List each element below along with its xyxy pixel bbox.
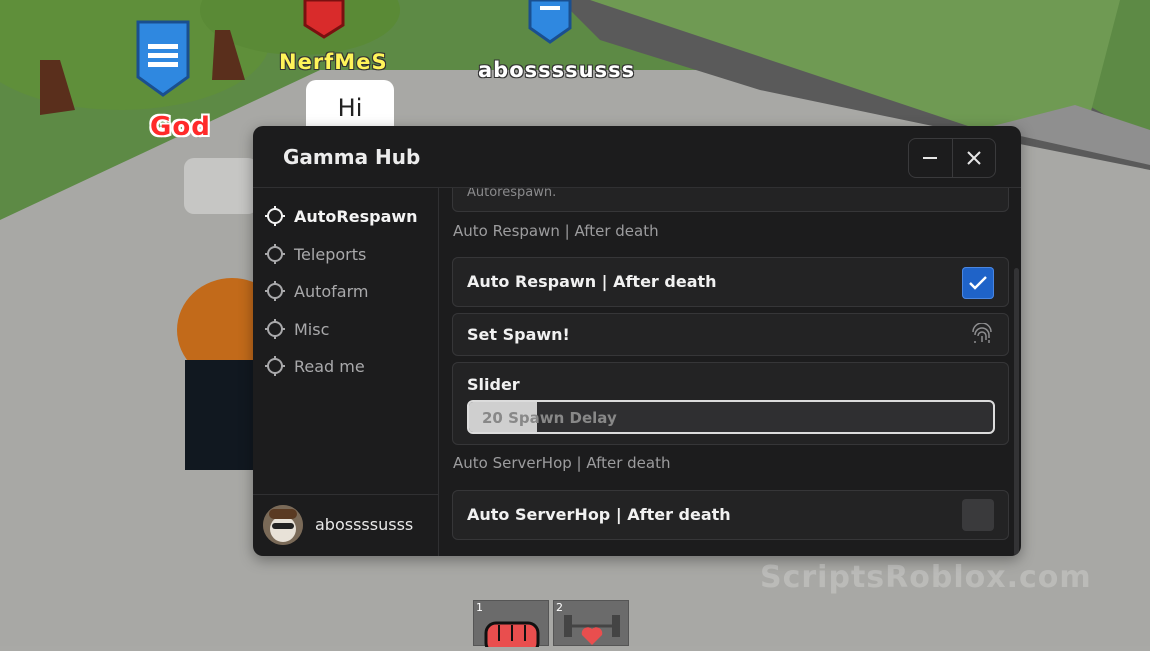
button-label: Set Spawn! — [467, 325, 570, 344]
username: abossssusss — [315, 515, 414, 534]
window-controls — [908, 138, 996, 178]
sidebar-item-teleports[interactable]: Teleports — [265, 242, 366, 266]
slot-number: 2 — [556, 601, 563, 614]
crosshair-icon — [265, 244, 285, 264]
checkmark-icon — [969, 276, 987, 290]
crosshair-icon — [265, 319, 285, 339]
sidebar-item-autorespawn[interactable]: AutoRespawn — [265, 204, 418, 228]
fingerprint-icon — [972, 323, 992, 343]
avatar — [263, 505, 303, 545]
user-profile: abossssusss — [253, 494, 438, 556]
crosshair-icon — [265, 281, 285, 301]
sidebar-item-read-me[interactable]: Read me — [265, 354, 365, 378]
minimize-button[interactable] — [909, 139, 952, 177]
slider-card: Slider 20 Spawn Delay — [452, 362, 1009, 445]
nametag-nerfmes: NerfMeS — [279, 50, 388, 74]
close-icon — [967, 151, 981, 165]
dumbbell-heart-icon — [564, 615, 620, 645]
crosshair-icon — [265, 356, 285, 376]
nametag-god: God — [150, 112, 211, 142]
window-title: Gamma Hub — [283, 145, 421, 169]
spawn-delay-slider[interactable]: 20 Spawn Delay — [467, 400, 995, 434]
sidebar-item-misc[interactable]: Misc — [265, 317, 329, 341]
sidebar: AutoRespawn Teleports Autofarm Misc Read… — [253, 188, 439, 556]
content-panel: Autorespawn. Auto Respawn | After death … — [439, 188, 1021, 556]
sidebar-item-autofarm[interactable]: Autofarm — [265, 279, 368, 303]
hotbar-slot-1[interactable]: 1 — [473, 600, 549, 651]
section-label-serverhop: Auto ServerHop | After death — [453, 454, 671, 472]
slider-label: Slider — [467, 375, 520, 394]
nametag-player: abossssusss — [478, 58, 636, 82]
chat-bubble-faded — [184, 158, 258, 214]
checkbox-unchecked[interactable] — [962, 499, 994, 531]
sidebar-item-label: Teleports — [294, 244, 367, 264]
toggle-auto-serverhop[interactable]: Auto ServerHop | After death — [452, 490, 1009, 540]
section-label-autorespawn: Auto Respawn | After death — [453, 222, 659, 240]
toggle-auto-respawn[interactable]: Auto Respawn | After death — [452, 257, 1009, 307]
watermark: ScriptsRoblox.com — [760, 560, 1092, 595]
minimize-icon — [923, 157, 938, 159]
sidebar-item-label: Autofarm — [294, 281, 369, 301]
gamma-hub-window: Gamma Hub AutoRespawn Teleports Autofarm… — [253, 126, 1021, 556]
sidebar-item-label: AutoRespawn — [294, 206, 418, 226]
toggle-label: Auto ServerHop | After death — [467, 505, 731, 524]
checkbox-checked[interactable] — [962, 267, 994, 299]
description-text: Autorespawn. — [467, 188, 557, 200]
scrollbar[interactable] — [1014, 268, 1019, 556]
hotbar-slot-2[interactable]: 2 — [553, 600, 629, 646]
toggle-label: Auto Respawn | After death — [467, 272, 717, 291]
sidebar-item-label: Misc — [294, 319, 330, 339]
description-card: Autorespawn. — [452, 188, 1009, 212]
fist-icon — [484, 621, 540, 651]
close-button[interactable] — [951, 139, 996, 177]
crosshair-icon — [265, 206, 285, 226]
slot-number: 1 — [476, 601, 483, 614]
set-spawn-button[interactable]: Set Spawn! — [452, 313, 1009, 356]
slider-value-text: 20 Spawn Delay — [482, 409, 617, 427]
title-bar[interactable]: Gamma Hub — [253, 126, 1021, 188]
sidebar-item-label: Read me — [294, 356, 365, 376]
